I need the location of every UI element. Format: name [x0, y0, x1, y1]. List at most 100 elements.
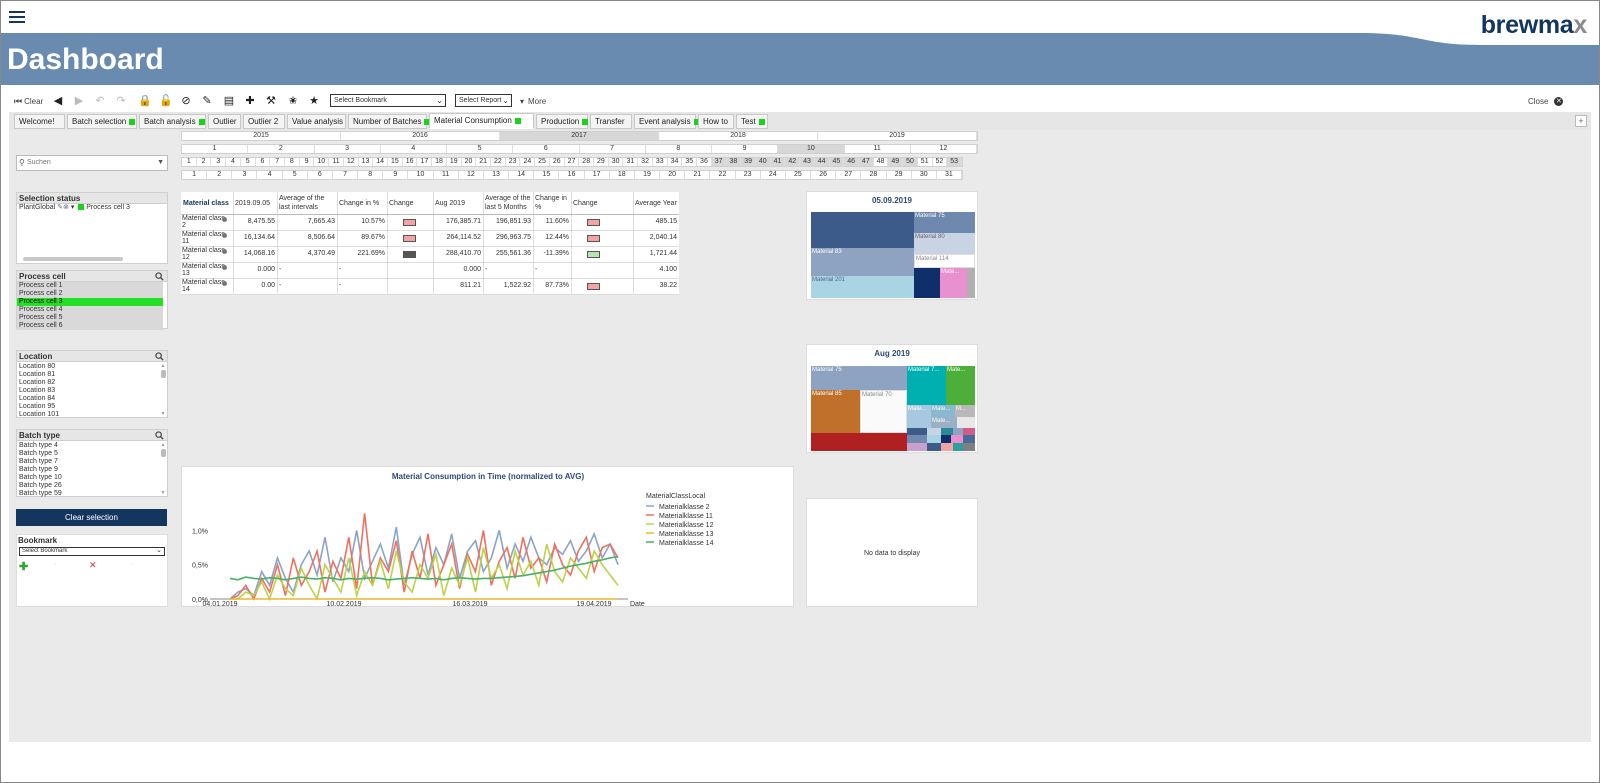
tab-welcome[interactable]: Welcome!: [14, 114, 65, 129]
edit-icon[interactable]: ✎: [201, 95, 213, 107]
list-item[interactable]: Batch type 26: [17, 482, 155, 490]
table-row-label[interactable]: Material class 2: [181, 214, 229, 230]
day-cell[interactable]: 17: [585, 171, 610, 179]
week-cell[interactable]: 34: [668, 158, 683, 166]
expand-icon[interactable]: [222, 233, 227, 238]
day-cell[interactable]: 27: [836, 171, 862, 179]
day-cell[interactable]: 3: [232, 171, 258, 179]
month-cell[interactable]: 7: [580, 145, 646, 153]
month-cell[interactable]: 12: [911, 145, 977, 153]
treemap-cell[interactable]: Material 75: [811, 366, 907, 390]
tab-batch-selection[interactable]: Batch selection: [67, 114, 137, 129]
day-cell[interactable]: 8: [358, 171, 384, 179]
unlock-icon[interactable]: 🔓: [159, 95, 173, 107]
treemap-cell[interactable]: M...: [955, 405, 975, 417]
week-cell[interactable]: 51: [918, 158, 933, 166]
week-cell[interactable]: 42: [785, 158, 801, 166]
search-icon[interactable]: [155, 431, 164, 440]
day-cell[interactable]: 25: [786, 171, 812, 179]
month-cell[interactable]: 11: [845, 145, 911, 153]
month-cell[interactable]: 9: [712, 145, 779, 153]
clear-button[interactable]: ⏮ Clear: [14, 95, 43, 108]
delete-bookmark-icon[interactable]: ✕: [89, 560, 97, 571]
list-item[interactable]: Process cell 3: [17, 298, 163, 306]
add-bookmark-icon[interactable]: ✬: [287, 95, 299, 107]
week-cell[interactable]: 3: [211, 158, 227, 166]
redo-icon[interactable]: ↷: [115, 95, 127, 107]
month-cell[interactable]: 10: [778, 145, 845, 153]
treemap-cell[interactable]: [967, 268, 975, 298]
table-row-label[interactable]: Material class 11: [181, 230, 229, 246]
day-cell[interactable]: 12: [459, 171, 484, 179]
day-cell[interactable]: 29: [887, 171, 912, 179]
treemap-cell[interactable]: [914, 268, 940, 298]
tab-outlier-2[interactable]: Outlier 2: [243, 114, 285, 129]
day-cell[interactable]: 19: [635, 171, 661, 179]
close-button[interactable]: Close ✕: [1528, 95, 1564, 108]
treemap-cell[interactable]: Mate...: [946, 366, 975, 405]
more-button[interactable]: ▾ More: [520, 95, 546, 108]
horizontal-scrollbar[interactable]: [23, 257, 123, 261]
treemap-cell[interactable]: Material 83: [811, 248, 914, 276]
tab-production[interactable]: Production: [536, 114, 589, 129]
week-cell[interactable]: 20: [462, 158, 477, 166]
legend-entry[interactable]: Materialklasse 2: [659, 504, 710, 511]
list-item[interactable]: Location 101: [17, 411, 155, 419]
month-cell[interactable]: 4: [381, 145, 447, 153]
tab-number-of-batches[interactable]: Number of Batches: [348, 114, 431, 129]
treemap-cell[interactable]: [927, 443, 941, 451]
week-cell[interactable]: 46: [844, 158, 859, 166]
week-cell[interactable]: 39: [741, 158, 756, 166]
week-cell[interactable]: 23: [506, 158, 521, 166]
treemap-cell[interactable]: [941, 428, 953, 435]
day-cell[interactable]: 23: [736, 171, 761, 179]
tab-outlier[interactable]: Outlier: [208, 114, 241, 129]
week-cell[interactable]: 40: [755, 158, 771, 166]
treemap-cell[interactable]: Material 85: [811, 390, 860, 433]
tab-test[interactable]: Test: [736, 114, 768, 129]
year-cell[interactable]: 2018: [659, 132, 818, 140]
day-cell[interactable]: 5: [283, 171, 308, 179]
day-cell[interactable]: 22: [710, 171, 736, 179]
treemap-cell[interactable]: Material 7...: [907, 366, 946, 405]
day-cell[interactable]: 2: [207, 171, 233, 179]
clear-selection-button[interactable]: Clear selection: [16, 509, 167, 526]
day-cell[interactable]: 10: [408, 171, 434, 179]
week-cell[interactable]: 47: [858, 158, 874, 166]
day-cell[interactable]: 30: [912, 171, 937, 179]
month-cell[interactable]: 2: [248, 145, 315, 153]
day-cell[interactable]: 6: [308, 171, 333, 179]
treemap-cell[interactable]: Material 80: [914, 233, 975, 254]
list-item[interactable]: Location 82: [17, 379, 155, 387]
bookmark-panel-select[interactable]: Select Bookmark ⌄: [19, 547, 165, 556]
add-bookmark-plus-icon[interactable]: ✚: [19, 560, 28, 573]
year-cell[interactable]: 2017: [500, 132, 659, 140]
day-cell[interactable]: 31: [937, 171, 962, 179]
add-icon[interactable]: ✚: [244, 95, 256, 107]
chevron-down-icon[interactable]: ▾: [71, 204, 75, 211]
treemap-cell[interactable]: [953, 443, 963, 451]
undo-icon[interactable]: ↶: [94, 95, 106, 107]
list-item[interactable]: Location 84: [17, 395, 155, 403]
list-item[interactable]: Process cell 5: [17, 314, 163, 322]
list-item[interactable]: Batch type 9: [17, 466, 155, 474]
list-item[interactable]: Batch type 5: [17, 450, 155, 458]
list-item[interactable]: Process cell 1: [17, 282, 163, 290]
week-cell[interactable]: 37: [711, 158, 727, 166]
week-cell[interactable]: 53: [947, 158, 962, 166]
tab-transfer[interactable]: Transfer: [590, 114, 632, 129]
treemap-cell[interactable]: Mate...: [940, 268, 967, 298]
week-cell[interactable]: 38: [726, 158, 742, 166]
week-cell[interactable]: 15: [388, 158, 403, 166]
week-cell[interactable]: 13: [359, 158, 374, 166]
week-cell[interactable]: 31: [624, 158, 639, 166]
lock-icon[interactable]: 🔒: [138, 95, 152, 107]
search-icon[interactable]: [155, 272, 164, 281]
expand-icon[interactable]: [222, 281, 227, 286]
day-cell[interactable]: 7: [333, 171, 359, 179]
day-cell[interactable]: 21: [685, 171, 711, 179]
day-cell[interactable]: 11: [434, 171, 459, 179]
legend-entry[interactable]: Materialklasse 13: [659, 531, 714, 538]
day-cell[interactable]: 13: [484, 171, 510, 179]
list-item[interactable]: Process cell 2: [17, 290, 163, 298]
